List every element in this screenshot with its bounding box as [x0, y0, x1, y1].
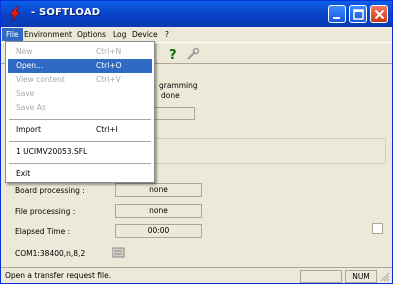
menu-options[interactable]: Options	[73, 28, 110, 41]
menu-item-save[interactable]: Save	[8, 87, 152, 101]
close-button[interactable]	[370, 5, 388, 23]
toolbar-tool-button[interactable]	[185, 46, 201, 62]
info-groupbox	[153, 138, 386, 164]
close-icon	[374, 9, 385, 20]
minimize-button[interactable]	[328, 5, 346, 23]
window-title: - SOFTLOAD	[31, 7, 101, 18]
port-settings-label: COM1:38400,n,8,2	[15, 249, 86, 258]
num-lock-indicator: NUM	[345, 270, 377, 283]
softload-window: - SOFTLOAD File Environment Options Log …	[0, 0, 393, 284]
file-processing-value: none	[115, 204, 202, 218]
menu-device[interactable]: Device	[128, 28, 162, 41]
elapsed-time-value: 00:00	[115, 224, 202, 238]
menu-item-import[interactable]: Import Ctrl+I	[8, 123, 152, 137]
port-indicator-icon	[112, 247, 125, 258]
board-processing-label: Board processing :	[15, 186, 85, 195]
menu-item-save-as[interactable]: Save As	[8, 101, 152, 115]
programming-status-line2: done	[161, 91, 180, 100]
resize-grip-icon[interactable]	[380, 272, 390, 282]
menu-environment[interactable]: Environment	[20, 28, 76, 41]
maximize-icon	[353, 9, 364, 20]
status-message: Open a transfer request file.	[5, 271, 112, 280]
menu-separator	[9, 119, 151, 120]
option-checkbox[interactable]	[372, 223, 383, 234]
svg-text:?: ?	[169, 48, 177, 62]
app-logo-icon	[9, 6, 21, 22]
file-processing-label: File processing :	[15, 207, 76, 216]
toolbar-separator	[157, 46, 158, 62]
status-panel-empty	[300, 270, 342, 283]
menu-item-open[interactable]: Open... Ctrl+O	[8, 59, 152, 73]
menu-separator	[9, 163, 151, 164]
wrench-icon	[187, 47, 200, 60]
menu-separator	[9, 141, 151, 142]
menu-item-new[interactable]: New Ctrl+N	[8, 45, 152, 59]
menu-help[interactable]: ?	[161, 28, 173, 41]
file-menu-dropdown: New Ctrl+N Open... Ctrl+O View content Ctrl…	[5, 41, 155, 183]
minimize-icon	[333, 17, 340, 19]
title-bar[interactable]: - SOFTLOAD	[1, 1, 392, 27]
board-processing-value: none	[115, 183, 202, 197]
maximize-button[interactable]	[349, 5, 367, 23]
toolbar-help-button[interactable]: ?	[165, 46, 181, 63]
programming-field	[153, 107, 195, 120]
programming-status-line1: gramming	[159, 81, 198, 90]
elapsed-time-label: Elapsed Time :	[15, 227, 71, 236]
menu-bar: File Environment Options Log Device ?	[1, 27, 392, 42]
menu-item-exit[interactable]: Exit	[8, 167, 152, 181]
question-icon: ?	[169, 48, 177, 63]
menu-item-view-content[interactable]: View content Ctrl+V	[8, 73, 152, 87]
menu-item-recent-file[interactable]: 1 UCIMV20053.SFL	[8, 145, 152, 159]
status-bar: Open a transfer request file. NUM	[1, 267, 392, 283]
